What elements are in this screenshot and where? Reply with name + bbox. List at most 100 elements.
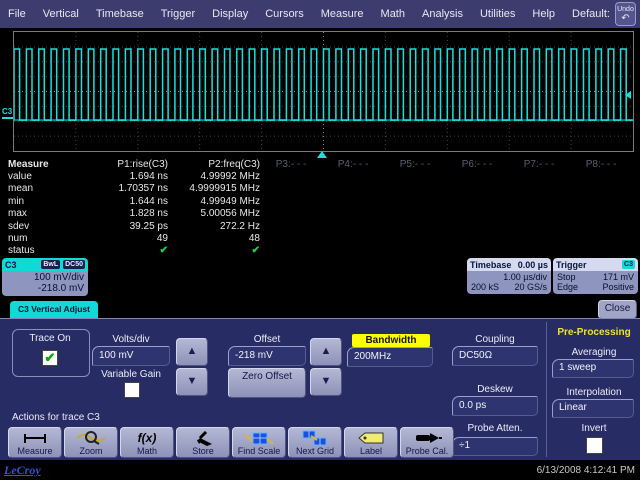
channel-c3-descriptor[interactable]: C3 BwL DC50 100 mV/div -218.0 mV [2, 258, 88, 296]
deskew-label: Deskew [452, 384, 538, 395]
deskew-field[interactable]: 0.0 ps [452, 396, 538, 416]
find-scale-action-button[interactable]: Find Scale [232, 427, 286, 458]
probe-atten-label: Probe Atten. [452, 423, 538, 434]
arrow-down-icon: ▼ [321, 375, 332, 387]
store-arrow-icon [192, 430, 214, 446]
panel-divider [546, 322, 547, 457]
row-label: min [0, 196, 58, 207]
p7-header[interactable]: P7:- - - [508, 159, 570, 170]
variable-gain-checkbox[interactable] [124, 382, 140, 398]
trigger-level-value: 171 mV [603, 272, 634, 282]
timebase-sample-rate: 20 GS/s [514, 282, 547, 292]
store-action-button[interactable]: Store [176, 427, 230, 458]
variable-gain-label: Variable Gain [92, 369, 170, 380]
menu-utilities[interactable]: Utilities [480, 8, 515, 20]
p2-value: 4.99992 MHz [168, 171, 260, 182]
trigger-level-marker[interactable] [625, 91, 631, 99]
interpolation-field[interactable]: Linear [552, 399, 634, 418]
offset-field[interactable]: -218 mV [228, 346, 306, 366]
timebase-body: 1.00 µs/div 200 kS 20 GS/s [467, 271, 551, 294]
actions-heading: Actions for trace C3 [12, 412, 100, 423]
channel-label: C3 [2, 107, 12, 116]
measure-row-num: num 49 48 [0, 232, 640, 244]
lecroy-logo: LeCroy [4, 463, 41, 478]
measure-row-status: status ✔ ✔ [0, 245, 640, 257]
bandwidth-field[interactable]: 200MHz [347, 347, 433, 367]
math-action-button[interactable]: f(x) Math [120, 427, 174, 458]
volts-div-field[interactable]: 100 mV [92, 346, 170, 366]
undo-arrow-icon: ↶ [616, 14, 635, 24]
probe-atten-field[interactable]: ÷1 [452, 437, 538, 456]
dc50-badge: DC50 [63, 260, 85, 269]
measure-title: Measure [0, 159, 58, 170]
p1-value: 1.694 ns [58, 171, 168, 182]
measure-table: Measure P1:rise(C3) P2:freq(C3) P3:- - -… [0, 158, 640, 257]
coupling-field[interactable]: DC50Ω [452, 346, 538, 366]
p2-status-check-icon: ✔ [168, 245, 260, 256]
p4-header[interactable]: P4:- - - [322, 159, 384, 170]
menu-measure[interactable]: Measure [321, 8, 364, 20]
timebase-title: Timebase [470, 260, 511, 270]
measure-action-button[interactable]: Measure [8, 427, 62, 458]
invert-label: Invert [552, 423, 636, 434]
trigger-mode: Stop [557, 272, 576, 282]
trigger-type: Edge [557, 282, 578, 292]
menu-analysis[interactable]: Analysis [422, 8, 463, 20]
tab-c3-vertical-adjust[interactable]: C3 Vertical Adjust [10, 301, 98, 318]
p2-min: 4.99949 MHz [168, 196, 260, 207]
menu-display[interactable]: Display [212, 8, 248, 20]
invert-checkbox[interactable] [586, 437, 603, 454]
fx-icon: f(x) [138, 430, 157, 446]
datetime-display: 6/13/2008 4:12:41 PM [537, 465, 635, 476]
trigger-body: Stop 171 mV Edge Positive [553, 271, 638, 294]
p1-max: 1.828 ns [58, 208, 168, 219]
preprocessing-heading: Pre-Processing [550, 327, 638, 338]
offset-up-button[interactable]: ▲ [310, 338, 342, 366]
trigger-descriptor[interactable]: Trigger C3 Stop 171 mV Edge Positive [553, 258, 638, 294]
menu-timebase[interactable]: Timebase [96, 8, 144, 20]
status-bar: LeCroy 6/13/2008 4:12:41 PM [0, 460, 640, 480]
trigger-title: Trigger [556, 260, 587, 270]
trigger-slope: Positive [602, 282, 634, 292]
menu-trigger[interactable]: Trigger [161, 8, 195, 20]
c3-descriptor-header: C3 BwL DC50 [2, 258, 88, 271]
trigger-position-marker[interactable] [317, 151, 327, 158]
tag-icon [357, 430, 385, 446]
averaging-field[interactable]: 1 sweep [552, 359, 634, 378]
bwl-badge: BwL [41, 260, 60, 269]
undo-button[interactable]: Undo ↶ [615, 2, 636, 26]
p8-header[interactable]: P8:- - - [570, 159, 632, 170]
p2-header[interactable]: P2:freq(C3) [168, 159, 260, 170]
p1-mean: 1.70357 ns [58, 183, 168, 194]
row-label: status [0, 245, 58, 256]
zoom-action-button[interactable]: Zoom [64, 427, 118, 458]
p1-header[interactable]: P1:rise(C3) [58, 159, 168, 170]
timebase-samples: 200 kS [471, 282, 499, 292]
c3-descriptor-body: 100 mV/div -218.0 mV [2, 271, 88, 296]
probe-cal-action-button[interactable]: Probe Cal. [400, 427, 454, 458]
channel-position-indicator[interactable]: C3 [2, 107, 13, 119]
zero-offset-button[interactable]: Zero Offset [228, 368, 306, 398]
waveform-grid [13, 31, 634, 152]
menu-cursors[interactable]: Cursors [265, 8, 304, 20]
trace-on-checkbox[interactable]: ✔ [42, 350, 58, 366]
menu-vertical[interactable]: Vertical [43, 8, 79, 20]
timebase-descriptor[interactable]: Timebase 0.00 µs 1.00 µs/div 200 kS 20 G… [467, 258, 551, 294]
menu-help[interactable]: Help [532, 8, 555, 20]
offset-down-button[interactable]: ▼ [310, 368, 342, 396]
c3-name: C3 [5, 260, 17, 270]
action-label: Zoom [79, 446, 102, 456]
next-grid-action-button[interactable]: Next Grid [288, 427, 342, 458]
p3-header[interactable]: P3:- - - [260, 159, 322, 170]
close-button[interactable]: Close [598, 300, 637, 319]
label-action-button[interactable]: Label [344, 427, 398, 458]
menu-file[interactable]: File [8, 8, 26, 20]
arrow-down-icon: ▼ [187, 375, 198, 387]
trigger-header: Trigger C3 [553, 258, 638, 271]
p5-header[interactable]: P5:- - - [384, 159, 446, 170]
p6-header[interactable]: P6:- - - [446, 159, 508, 170]
volts-div-up-button[interactable]: ▲ [176, 338, 208, 366]
timebase-header: Timebase 0.00 µs [467, 258, 551, 271]
volts-div-down-button[interactable]: ▼ [176, 368, 208, 396]
menu-math[interactable]: Math [381, 8, 405, 20]
